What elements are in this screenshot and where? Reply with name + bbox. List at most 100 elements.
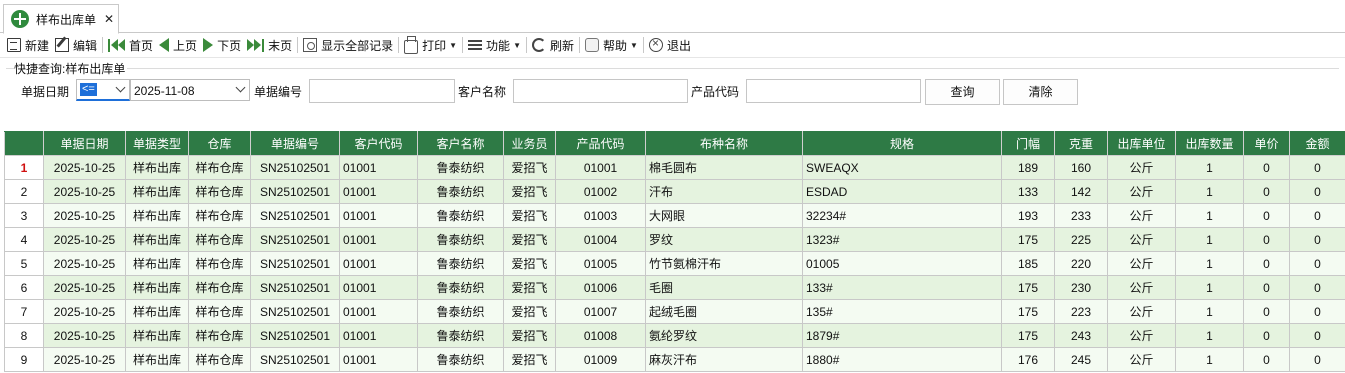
- cell-width[interactable]: 175: [1001, 323, 1055, 348]
- cell-date[interactable]: 2025-10-25: [43, 347, 126, 372]
- cell-type[interactable]: 样布出库: [125, 203, 189, 228]
- cell-no[interactable]: SN25102501: [250, 227, 340, 252]
- cell-prod[interactable]: 01009: [555, 347, 646, 372]
- table-row[interactable]: 9 2025-10-25 样布出库 样布仓库 SN25102501 01001 鲁泰纺织 爱招…: [4, 347, 1345, 372]
- close-icon[interactable]: ✕: [104, 12, 114, 26]
- new-button[interactable]: 新建: [4, 34, 52, 56]
- cell-cust-code[interactable]: 01001: [339, 299, 418, 324]
- next-page-button[interactable]: 下页: [200, 34, 244, 56]
- cell-sales[interactable]: 爱招飞: [503, 227, 556, 252]
- cell-gsm[interactable]: 230: [1054, 275, 1108, 300]
- cell-amount[interactable]: 0: [1289, 299, 1345, 324]
- cell-spec[interactable]: SWEAQX: [802, 155, 1002, 180]
- cell-sales[interactable]: 爱招飞: [503, 155, 556, 180]
- cell-price[interactable]: 0: [1243, 347, 1290, 372]
- cell-prod[interactable]: 01005: [555, 251, 646, 276]
- cell-prod[interactable]: 01008: [555, 323, 646, 348]
- cell-width[interactable]: 193: [1001, 203, 1055, 228]
- cell-cust-code[interactable]: 01001: [339, 155, 418, 180]
- cell-prod[interactable]: 01007: [555, 299, 646, 324]
- column-header[interactable]: 单据类型: [125, 131, 189, 156]
- cell-spec[interactable]: 01005: [802, 251, 1002, 276]
- cell-type[interactable]: 样布出库: [125, 347, 189, 372]
- cell-type[interactable]: 样布出库: [125, 323, 189, 348]
- cell-type[interactable]: 样布出库: [125, 227, 189, 252]
- cell-sales[interactable]: 爱招飞: [503, 179, 556, 204]
- table-row[interactable]: 2 2025-10-25 样布出库 样布仓库 SN25102501 01001 鲁泰纺织 爱招…: [4, 179, 1345, 204]
- cell-sales[interactable]: 爱招飞: [503, 251, 556, 276]
- edit-button[interactable]: 编辑: [52, 34, 100, 56]
- cell-sales[interactable]: 爱招飞: [503, 323, 556, 348]
- cell-unit[interactable]: 公斤: [1107, 251, 1176, 276]
- cell-cust-code[interactable]: 01001: [339, 347, 418, 372]
- doc-no-input[interactable]: [309, 79, 455, 103]
- cell-cust-code[interactable]: 01001: [339, 179, 418, 204]
- cell-wh[interactable]: 样布仓库: [188, 323, 251, 348]
- cell-amount[interactable]: 0: [1289, 155, 1345, 180]
- column-header[interactable]: 单据编号: [250, 131, 340, 156]
- column-header[interactable]: 客户名称: [417, 131, 504, 156]
- cell-cust-name[interactable]: 鲁泰纺织: [417, 203, 504, 228]
- table-row[interactable]: 8 2025-10-25 样布出库 样布仓库 SN25102501 01001 鲁泰纺织 爱招…: [4, 323, 1345, 348]
- first-page-button[interactable]: 首页: [105, 34, 156, 56]
- cell-cust-name[interactable]: 鲁泰纺织: [417, 299, 504, 324]
- cell-gsm[interactable]: 245: [1054, 347, 1108, 372]
- cell-fabric[interactable]: 大网眼: [645, 203, 803, 228]
- table-row[interactable]: 5 2025-10-25 样布出库 样布仓库 SN25102501 01001 鲁泰纺织 爱招…: [4, 251, 1345, 276]
- table-row[interactable]: 6 2025-10-25 样布出库 样布仓库 SN25102501 01001 鲁泰纺织 爱招…: [4, 275, 1345, 300]
- cell-unit[interactable]: 公斤: [1107, 227, 1176, 252]
- cell-type[interactable]: 样布出库: [125, 179, 189, 204]
- cell-date[interactable]: 2025-10-25: [43, 155, 126, 180]
- exit-button[interactable]: 退出: [646, 34, 694, 56]
- cell-date[interactable]: 2025-10-25: [43, 275, 126, 300]
- cell-prod[interactable]: 01003: [555, 203, 646, 228]
- cell-no[interactable]: SN25102501: [250, 323, 340, 348]
- cell-no[interactable]: SN25102501: [250, 203, 340, 228]
- cell-width[interactable]: 175: [1001, 227, 1055, 252]
- cell-qty[interactable]: 1: [1175, 251, 1244, 276]
- cell-price[interactable]: 0: [1243, 299, 1290, 324]
- cell-width[interactable]: 175: [1001, 299, 1055, 324]
- cell-no[interactable]: SN25102501: [250, 299, 340, 324]
- cell-gsm[interactable]: 225: [1054, 227, 1108, 252]
- cell-fabric[interactable]: 起绒毛圈: [645, 299, 803, 324]
- cell-no[interactable]: SN25102501: [250, 251, 340, 276]
- product-code-input[interactable]: [746, 79, 921, 103]
- cell-gsm[interactable]: 220: [1054, 251, 1108, 276]
- cell-prod[interactable]: 01002: [555, 179, 646, 204]
- help-button[interactable]: 帮助 ▼: [582, 34, 641, 56]
- cell-date[interactable]: 2025-10-25: [43, 251, 126, 276]
- cell-prod[interactable]: 01001: [555, 155, 646, 180]
- column-header[interactable]: 业务员: [503, 131, 556, 156]
- clear-button[interactable]: 清除: [1003, 79, 1078, 105]
- column-header[interactable]: 克重: [1054, 131, 1108, 156]
- cell-cust-name[interactable]: 鲁泰纺织: [417, 323, 504, 348]
- cell-cust-name[interactable]: 鲁泰纺织: [417, 227, 504, 252]
- column-header[interactable]: 门幅: [1001, 131, 1055, 156]
- cell-date[interactable]: 2025-10-25: [43, 203, 126, 228]
- cell-cust-code[interactable]: 01001: [339, 227, 418, 252]
- function-button[interactable]: 功能 ▼: [465, 34, 524, 56]
- column-header[interactable]: 单据日期: [43, 131, 126, 156]
- row-number-cell[interactable]: 3: [4, 203, 44, 228]
- cell-gsm[interactable]: 223: [1054, 299, 1108, 324]
- cell-wh[interactable]: 样布仓库: [188, 203, 251, 228]
- show-all-records-button[interactable]: 显示全部记录: [300, 34, 396, 56]
- column-header[interactable]: 规格: [802, 131, 1002, 156]
- cell-type[interactable]: 样布出库: [125, 251, 189, 276]
- cell-price[interactable]: 0: [1243, 323, 1290, 348]
- refresh-button[interactable]: 刷新: [529, 34, 577, 56]
- cell-wh[interactable]: 样布仓库: [188, 155, 251, 180]
- cell-fabric[interactable]: 毛圈: [645, 275, 803, 300]
- cell-wh[interactable]: 样布仓库: [188, 227, 251, 252]
- cell-cust-name[interactable]: 鲁泰纺织: [417, 155, 504, 180]
- row-number-cell[interactable]: 8: [4, 323, 44, 348]
- cell-fabric[interactable]: 氨纶罗纹: [645, 323, 803, 348]
- cell-wh[interactable]: 样布仓库: [188, 347, 251, 372]
- cell-amount[interactable]: 0: [1289, 251, 1345, 276]
- date-operator-select[interactable]: <=: [76, 79, 130, 101]
- cell-width[interactable]: 185: [1001, 251, 1055, 276]
- cell-spec[interactable]: 133#: [802, 275, 1002, 300]
- cell-type[interactable]: 样布出库: [125, 275, 189, 300]
- cell-prod[interactable]: 01006: [555, 275, 646, 300]
